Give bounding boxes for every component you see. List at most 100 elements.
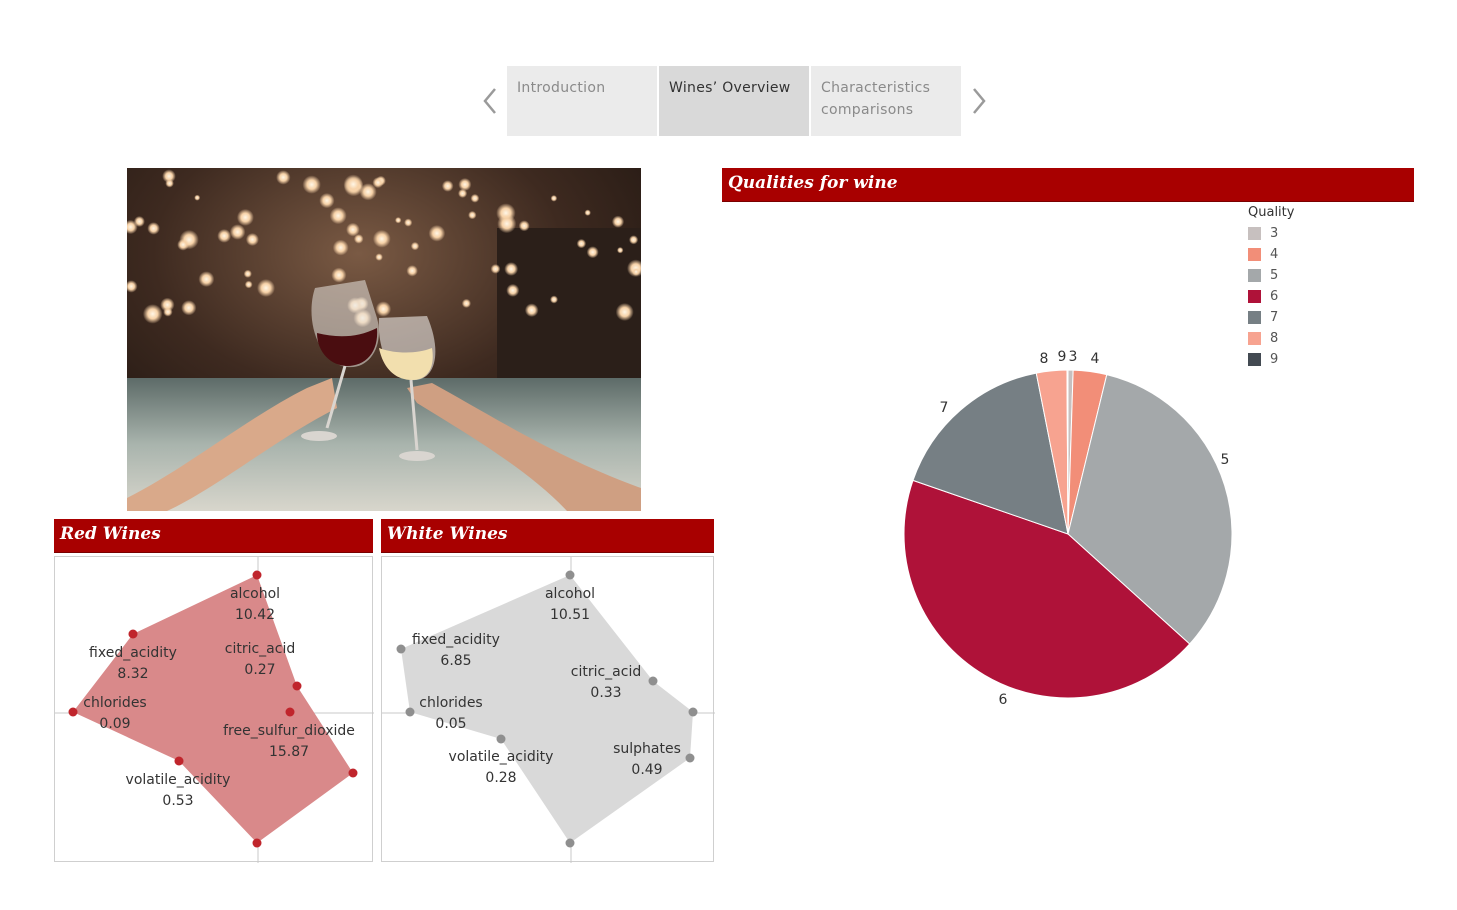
bokeh-light <box>177 238 189 251</box>
red-label-name: chlorides <box>83 695 146 711</box>
pie-label-7: 7 <box>940 400 949 416</box>
tab-introduction[interactable]: Introduction <box>507 66 657 136</box>
legend-label: 4 <box>1270 247 1279 262</box>
legend-label: 7 <box>1270 310 1279 325</box>
bokeh-light <box>236 208 254 226</box>
white-label-value: 0.49 <box>631 762 662 778</box>
bokeh-light <box>506 283 520 297</box>
red-point-density[interactable] <box>348 768 358 778</box>
tab-characteristics-label: Characteristics comparisons <box>821 80 931 118</box>
white-label-name: fixed_acidity <box>412 632 500 648</box>
bokeh-light <box>244 280 253 289</box>
white-wines-title: White Wines <box>387 524 508 544</box>
white-point-total-sulfur[interactable] <box>565 838 575 848</box>
bokeh-light <box>276 170 291 185</box>
legend-item-3[interactable]: 3 <box>1248 223 1294 244</box>
bokeh-light <box>245 233 259 246</box>
white-label-value: 0.33 <box>590 685 621 701</box>
white-wines-header: White Wines <box>381 519 714 553</box>
white-point-fixed-acidity[interactable] <box>396 644 406 654</box>
bokeh-light <box>524 303 539 317</box>
bokeh-light <box>518 220 530 232</box>
legend-swatch <box>1248 311 1261 324</box>
bokeh-light <box>319 193 335 209</box>
red-label-value: 0.27 <box>244 662 275 678</box>
red-wines-header: Red Wines <box>54 519 373 553</box>
red-label-name: volatile_acidity <box>126 772 231 788</box>
bokeh-light <box>497 214 517 234</box>
bokeh-light <box>147 222 160 235</box>
red-point-volatile-acidity[interactable] <box>174 756 184 766</box>
red-label-value: 15.87 <box>269 744 309 760</box>
white-wines-radar-chart: alcohol 10.51 fixed_acidity 6.85 citric_… <box>381 556 715 863</box>
wine-toast-photo <box>127 168 641 511</box>
white-label-name: citric_acid <box>571 664 641 680</box>
white-point-chlorides[interactable] <box>405 707 415 717</box>
bokeh-light <box>194 194 201 201</box>
pie-label-8: 8 <box>1040 351 1049 367</box>
red-point-citric-acid[interactable] <box>292 681 302 691</box>
red-label-value: 8.32 <box>117 666 148 682</box>
bokeh-light <box>372 229 391 248</box>
pie-label-6: 6 <box>999 692 1008 708</box>
white-point-volatile-acidity[interactable] <box>496 734 506 744</box>
bokeh-light <box>504 262 519 276</box>
red-label-value: 0.53 <box>162 793 193 809</box>
red-point-chlorides[interactable] <box>68 707 78 717</box>
bokeh-light <box>257 279 275 297</box>
white-point-sulphates[interactable] <box>685 753 695 763</box>
bokeh-light <box>617 247 624 254</box>
legend-item-5[interactable]: 5 <box>1248 265 1294 286</box>
red-point-alcohol[interactable] <box>252 570 262 580</box>
white-label-value: 0.05 <box>435 716 466 732</box>
bokeh-light <box>198 271 215 287</box>
bokeh-light <box>163 307 173 317</box>
white-label-name: alcohol <box>545 586 595 602</box>
red-label-name: fixed_acidity <box>89 645 177 661</box>
bokeh-light <box>372 177 384 189</box>
legend-swatch <box>1248 227 1261 240</box>
red-point-free-sulfur-dioxide[interactable] <box>285 707 295 717</box>
legend-swatch <box>1248 269 1261 282</box>
legend-item-7[interactable]: 7 <box>1248 307 1294 328</box>
bokeh-light <box>346 222 360 237</box>
legend-swatch <box>1248 290 1261 303</box>
bokeh-light <box>441 180 454 192</box>
tab-wines-overview[interactable]: Wines’ Overview <box>659 66 809 136</box>
previous-arrow-icon[interactable] <box>479 86 501 116</box>
bokeh-light <box>461 298 471 308</box>
tab-characteristics-comparisons[interactable]: Characteristics comparisons <box>811 66 961 136</box>
quality-pie-chart: 3 4 5 6 7 8 9 <box>903 349 1233 708</box>
white-point-density[interactable] <box>688 707 698 717</box>
white-label-name: volatile_acidity <box>449 749 554 765</box>
white-point-alcohol[interactable] <box>565 570 575 580</box>
white-label-value: 6.85 <box>440 653 471 669</box>
tab-introduction-label: Introduction <box>517 80 606 96</box>
legend-label: 5 <box>1270 268 1279 283</box>
bokeh-light <box>165 179 174 188</box>
next-arrow-icon[interactable] <box>968 86 990 116</box>
bokeh-light <box>632 267 641 276</box>
bokeh-light <box>404 218 413 227</box>
tab-wines-overview-label: Wines’ Overview <box>669 80 791 96</box>
white-point-citric-acid[interactable] <box>648 676 658 686</box>
bokeh-light <box>229 224 246 240</box>
bokeh-light <box>395 217 402 224</box>
legend-item-6[interactable]: 6 <box>1248 286 1294 307</box>
red-label-value: 10.42 <box>235 607 275 623</box>
bokeh-light <box>629 235 639 245</box>
bokeh-light <box>470 193 480 203</box>
bokeh-light <box>243 269 252 278</box>
pie-label-9: 9 <box>1058 349 1067 365</box>
legend-item-4[interactable]: 4 <box>1248 244 1294 265</box>
bokeh-light <box>329 207 347 225</box>
legend-title: Quality <box>1248 205 1295 220</box>
red-point-fixed-acidity[interactable] <box>128 629 138 639</box>
red-wines-title: Red Wines <box>60 524 161 544</box>
bokeh-light <box>428 225 446 242</box>
bokeh-light <box>576 238 587 249</box>
red-point-total-sulfur[interactable] <box>252 838 262 848</box>
bokeh-light <box>375 301 392 317</box>
bokeh-light <box>181 300 197 316</box>
bokeh-light <box>611 215 625 228</box>
